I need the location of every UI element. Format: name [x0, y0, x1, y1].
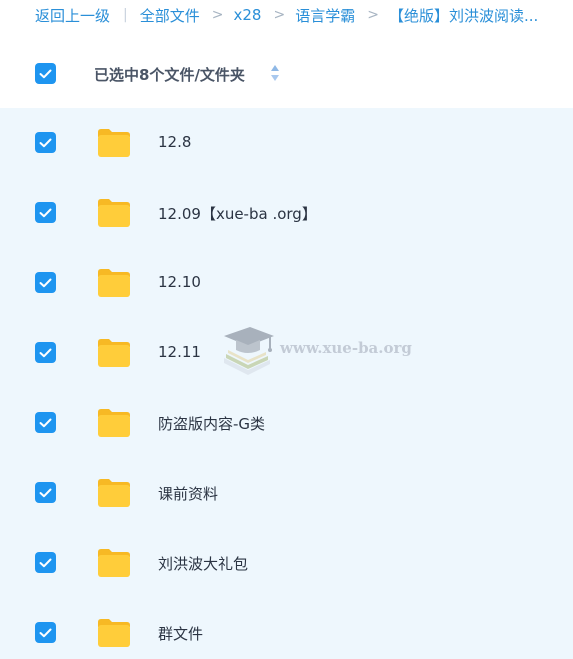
check-icon [39, 278, 52, 287]
file-row[interactable]: 12.8 [0, 108, 573, 178]
file-row[interactable]: 12.11 [0, 318, 573, 388]
file-row[interactable]: 12.09【xue-ba .org】 [0, 178, 573, 248]
selection-count-label: 已选中8个文件/文件夹 [94, 66, 245, 84]
file-name[interactable]: 群文件 [158, 623, 203, 644]
file-name[interactable]: 防盗版内容-G类 [158, 413, 265, 434]
file-name[interactable]: 12.8 [158, 133, 191, 151]
breadcrumb-current: 【绝版】刘洪波阅读... [388, 6, 539, 25]
folder-icon [98, 269, 130, 297]
file-name[interactable]: 刘洪波大礼包 [158, 553, 248, 574]
file-row[interactable]: 刘洪波大礼包 [0, 528, 573, 598]
file-name[interactable]: 12.09【xue-ba .org】 [158, 203, 317, 224]
selection-header: 已选中8个文件/文件夹 [0, 50, 573, 98]
row-checkbox[interactable] [35, 482, 56, 503]
file-list: 12.8 12.09【xue-ba .org】 12.10 12.11 防盗版内… [0, 108, 573, 659]
row-checkbox[interactable] [35, 202, 56, 223]
folder-icon [98, 479, 130, 507]
row-checkbox[interactable] [35, 412, 56, 433]
file-name[interactable]: 课前资料 [158, 483, 218, 504]
row-checkbox[interactable] [35, 622, 56, 643]
file-row[interactable]: 群文件 [0, 598, 573, 659]
folder-icon [98, 129, 130, 157]
file-row[interactable]: 课前资料 [0, 458, 573, 528]
breadcrumb-item-all-files[interactable]: 全部文件 [140, 5, 200, 26]
file-row[interactable]: 12.10 [0, 248, 573, 318]
breadcrumb-divider: | [123, 7, 128, 23]
folder-icon [98, 619, 130, 647]
check-icon [39, 138, 52, 147]
folder-icon [98, 339, 130, 367]
check-icon [39, 69, 52, 78]
file-name[interactable]: 12.10 [158, 273, 201, 291]
check-icon [39, 348, 52, 357]
breadcrumb-separator-icon: > [211, 7, 224, 23]
row-checkbox[interactable] [35, 552, 56, 573]
check-icon [39, 558, 52, 567]
sort-icon[interactable] [270, 64, 280, 86]
file-name[interactable]: 12.11 [158, 343, 201, 361]
row-checkbox[interactable] [35, 132, 56, 153]
row-checkbox[interactable] [35, 342, 56, 363]
back-link[interactable]: 返回上一级 [35, 5, 110, 26]
breadcrumb-separator-icon: > [273, 7, 286, 23]
breadcrumb-item-x28[interactable]: x28 [233, 6, 261, 24]
select-all-checkbox[interactable] [35, 63, 56, 84]
breadcrumb-item-language[interactable]: 语言学霸 [295, 5, 355, 26]
folder-icon [98, 199, 130, 227]
check-icon [39, 208, 52, 217]
check-icon [39, 488, 52, 497]
file-row[interactable]: 防盗版内容-G类 [0, 388, 573, 458]
folder-icon [98, 409, 130, 437]
row-checkbox[interactable] [35, 272, 56, 293]
folder-icon [98, 549, 130, 577]
breadcrumb: 返回上一级 | 全部文件 > x28 > 语言学霸 > 【绝版】刘洪波阅读... [0, 0, 573, 30]
check-icon [39, 418, 52, 427]
check-icon [39, 628, 52, 637]
breadcrumb-separator-icon: > [367, 7, 379, 23]
